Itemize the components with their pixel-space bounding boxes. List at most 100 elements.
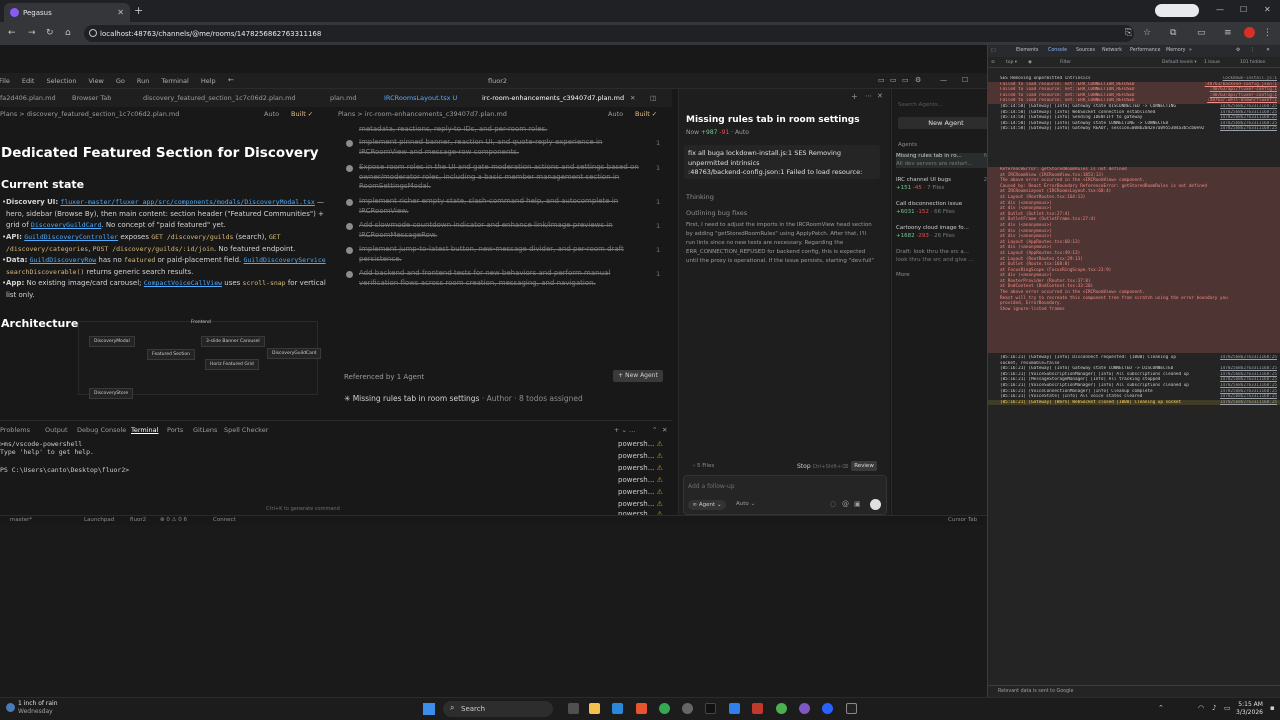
menu-selection[interactable]: Selection xyxy=(46,77,76,85)
system-clock[interactable]: 5:15 AM 3/3/2026 xyxy=(1236,701,1263,717)
settings-icon[interactable] xyxy=(682,703,693,714)
cursor-app-icon[interactable] xyxy=(846,703,857,714)
problems-count[interactable]: ⊗ 0 ⚠ 0 6 xyxy=(160,517,187,523)
todo-check-icon[interactable] xyxy=(346,140,353,147)
close-icon[interactable]: ✕ xyxy=(877,92,883,100)
search-input[interactable] xyxy=(898,100,994,110)
model-select[interactable]: Auto ⌄ xyxy=(736,501,755,507)
file-link[interactable]: GuildDiscoveryRow xyxy=(30,256,97,264)
site-info-icon[interactable] xyxy=(89,29,97,37)
add-terminal-icon[interactable]: + ⌄ … xyxy=(614,426,636,434)
forward-icon[interactable]: → xyxy=(28,28,36,38)
menu-icon[interactable]: ≡ xyxy=(1224,28,1232,38)
app-icon[interactable] xyxy=(822,703,833,714)
review-button[interactable]: Review xyxy=(851,461,877,471)
tab-elements[interactable]: Elements xyxy=(1016,48,1038,53)
console-filter-input[interactable]: Filter xyxy=(1060,60,1071,65)
terminal-panel[interactable]: Problems Output Debug Console Terminal P… xyxy=(0,420,672,516)
mention-icon[interactable]: @ xyxy=(842,500,849,508)
profile-pill[interactable] xyxy=(1155,4,1199,17)
menu-go[interactable]: Go xyxy=(116,77,125,85)
todo-check-icon[interactable] xyxy=(346,199,353,206)
file-link[interactable]: GuildDiscoveryService xyxy=(243,256,325,264)
store-icon[interactable] xyxy=(636,703,647,714)
app-icon[interactable] xyxy=(752,703,763,714)
tab-debug-console[interactable]: Debug Console xyxy=(77,426,126,434)
maximize-icon[interactable]: ☐ xyxy=(962,76,968,84)
agent-item[interactable]: IRC channel UI bugs +151 -45 · 7 Files 2… xyxy=(896,177,998,192)
todo-check-icon[interactable] xyxy=(346,223,353,230)
layout-icon[interactable]: ▭ xyxy=(890,76,897,84)
clear-console-icon[interactable]: ⊘ xyxy=(991,60,995,65)
eye-icon[interactable]: ◉ xyxy=(1028,60,1032,65)
maximize-panel-icon[interactable]: ⌃ xyxy=(652,426,657,434)
close-window-icon[interactable]: ✕ xyxy=(1264,5,1271,14)
terminal-instance[interactable]: powersh... xyxy=(618,440,663,448)
plan-preview-todos[interactable]: Plans > irc-room-enhancements_c39407d7.p… xyxy=(338,107,672,447)
edge-icon[interactable] xyxy=(612,703,623,714)
url-bar[interactable]: localhost:48763/channels/@me/rooms/14782… xyxy=(84,25,1134,42)
file-link[interactable]: DiscoveryGuildCard xyxy=(31,221,101,229)
terminal-instance[interactable]: powersh... xyxy=(618,488,663,496)
tab-plan[interactable]: fa2d406.plan.md xyxy=(0,94,56,102)
new-tab-icon[interactable]: + xyxy=(134,4,143,17)
send-button[interactable] xyxy=(870,499,881,510)
more-agents-link[interactable]: More xyxy=(896,272,998,280)
image-icon[interactable]: ▣ xyxy=(854,500,861,508)
more-tabs-icon[interactable]: » xyxy=(1189,48,1192,53)
chrome-icon[interactable] xyxy=(659,703,670,714)
split-editor-icon[interactable]: ◫ xyxy=(650,94,656,102)
volume-icon[interactable]: ♪ xyxy=(1212,704,1216,712)
agent-item[interactable]: Missing rules tab in ro... All dev serve… xyxy=(896,153,998,168)
more-icon[interactable]: ⋮ xyxy=(1263,28,1272,38)
tab-terminal[interactable]: Terminal xyxy=(131,426,158,434)
back-icon[interactable]: ← xyxy=(8,28,16,38)
file-link[interactable]: GuildDiscoveryController xyxy=(24,233,118,241)
log-source-link[interactable]: 1478256862763311168:25 xyxy=(1220,400,1277,406)
breadcrumb[interactable]: Plans > discovery_featured_section_1c7c0… xyxy=(0,110,179,118)
tab-memory[interactable]: Memory xyxy=(1166,48,1186,53)
context-select[interactable]: top ▾ xyxy=(1006,60,1017,65)
layout-icon[interactable]: ▭ xyxy=(902,76,909,84)
more-icon[interactable]: ⋮ xyxy=(1250,48,1255,53)
task-view-icon[interactable] xyxy=(568,703,579,714)
levels-select[interactable]: Default levels ▾ xyxy=(1162,60,1197,65)
reload-icon[interactable]: ↻ xyxy=(46,28,54,38)
log-source-link[interactable]: 1478256862763311168:25 xyxy=(1220,126,1277,132)
home-icon[interactable]: ⌂ xyxy=(65,28,71,38)
split-view-icon[interactable]: ▭ xyxy=(1197,28,1206,38)
file-link[interactable]: CompactVoiceCallView xyxy=(144,279,222,287)
wifi-icon[interactable]: ◠ xyxy=(1198,704,1204,712)
terminal-instance[interactable]: powersh... xyxy=(618,476,663,484)
close-icon[interactable]: ✕ xyxy=(630,94,635,102)
terminal-instance[interactable]: powersh... xyxy=(618,452,663,460)
chat-input[interactable] xyxy=(688,480,878,492)
vscode-icon[interactable] xyxy=(729,703,740,714)
minimize-icon[interactable]: — xyxy=(1216,5,1224,14)
minimize-icon[interactable]: — xyxy=(940,76,947,84)
user-message[interactable]: fix all buga lockdown-install.js:1 SES R… xyxy=(684,145,880,179)
tab-irc-rooms-layout[interactable]: IRCRoomsLayout.tsx U xyxy=(384,94,457,102)
todo-check-icon[interactable] xyxy=(346,247,353,254)
new-agent-button[interactable]: New Agent xyxy=(898,117,994,129)
more-icon[interactable]: ⋯ xyxy=(865,92,872,100)
menu-file[interactable]: File xyxy=(0,77,10,85)
tiktok-icon[interactable] xyxy=(705,703,716,714)
launchpad-status[interactable]: Launchpad xyxy=(84,517,114,523)
tab-problems[interactable]: Problems xyxy=(0,426,30,434)
agent-mode-select[interactable]: ∞ Agent ⌄ xyxy=(688,500,726,510)
footer-text[interactable]: Relevant data is sent to Google xyxy=(998,689,1073,694)
add-icon[interactable]: + xyxy=(851,92,858,101)
file-explorer-icon[interactable] xyxy=(589,703,600,714)
tab-sources[interactable]: Sources xyxy=(1076,48,1095,53)
connect-status[interactable]: Connect xyxy=(213,517,236,523)
bookmark-star-icon[interactable]: ☆ xyxy=(1143,28,1151,38)
terminal-instance[interactable]: powersh... xyxy=(618,500,663,508)
weather-widget[interactable]: 1 inch of rain Wednesday xyxy=(18,700,58,716)
gear-icon[interactable]: ⚙ xyxy=(1236,48,1240,53)
close-icon[interactable]: ✕ xyxy=(117,8,124,17)
menu-help[interactable]: Help xyxy=(201,77,216,85)
auto-selector[interactable]: Auto xyxy=(608,110,623,118)
changed-files-toggle[interactable]: › 5 Files xyxy=(693,463,714,469)
tab-output[interactable]: Output xyxy=(45,426,68,434)
